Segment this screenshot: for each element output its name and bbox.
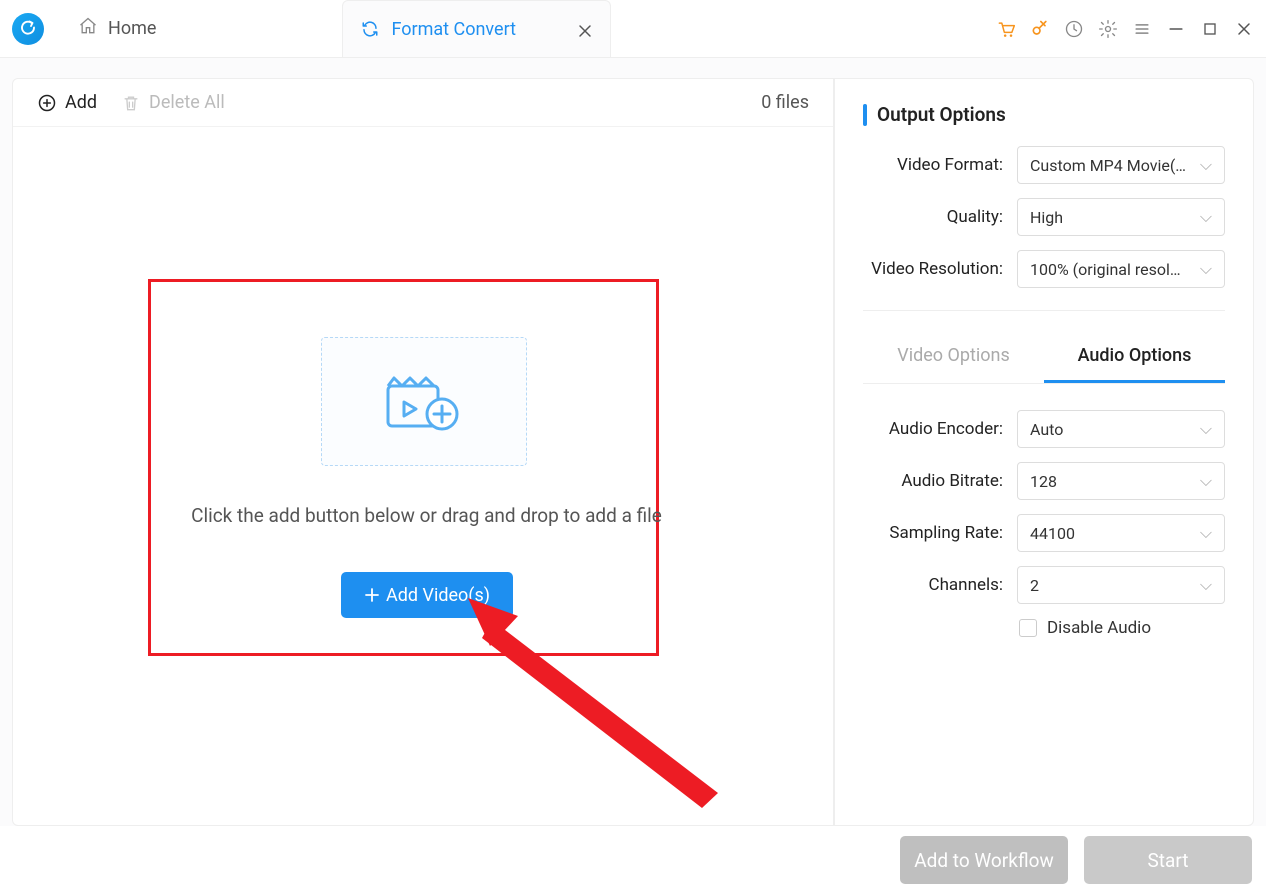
label-quality: Quality: bbox=[863, 207, 1003, 227]
start-button[interactable]: Start bbox=[1084, 836, 1252, 884]
minimize-icon[interactable] bbox=[1166, 19, 1186, 39]
titlebar-actions bbox=[996, 19, 1254, 39]
title-bar: Home Format Convert bbox=[0, 0, 1266, 58]
label-channels: Channels: bbox=[863, 575, 1003, 595]
trash-icon bbox=[121, 93, 141, 113]
select-audio-bitrate-value: 128 bbox=[1030, 472, 1057, 491]
label-audio-bitrate: Audio Bitrate: bbox=[863, 471, 1003, 491]
plus-icon bbox=[364, 587, 380, 603]
chevron-down-icon: ⌵ bbox=[1200, 155, 1212, 175]
chevron-down-icon: ⌵ bbox=[1200, 523, 1212, 543]
chevron-down-icon: ⌵ bbox=[1200, 471, 1212, 491]
select-resolution[interactable]: 100% (original resol… ⌵ bbox=[1017, 250, 1225, 288]
delete-all-label: Delete All bbox=[149, 92, 225, 113]
maximize-icon[interactable] bbox=[1200, 19, 1220, 39]
add-to-workflow-button[interactable]: Add to Workflow bbox=[900, 836, 1068, 884]
chevron-down-icon: ⌵ bbox=[1200, 575, 1212, 595]
add-video-label: Add Video(s) bbox=[386, 585, 490, 606]
select-audio-encoder-value: Auto bbox=[1030, 420, 1063, 439]
select-video-format[interactable]: Custom MP4 Movie(… ⌵ bbox=[1017, 146, 1225, 184]
chevron-down-icon: ⌵ bbox=[1200, 207, 1212, 227]
tab-audio-options[interactable]: Audio Options bbox=[1044, 335, 1225, 383]
label-resolution: Video Resolution: bbox=[863, 259, 1003, 279]
label-video-format: Video Format: bbox=[863, 155, 1003, 175]
tab-home[interactable]: Home bbox=[62, 10, 172, 47]
clock-icon[interactable] bbox=[1064, 19, 1084, 39]
add-video-button[interactable]: Add Video(s) bbox=[341, 572, 513, 618]
label-disable-audio: Disable Audio bbox=[1047, 618, 1151, 638]
files-count: 0 files bbox=[761, 92, 809, 113]
gear-icon[interactable] bbox=[1098, 19, 1118, 39]
drop-hint-text: Click the add button below or drag and d… bbox=[191, 504, 662, 527]
delete-all-button: Delete All bbox=[121, 92, 225, 113]
label-sampling-rate: Sampling Rate: bbox=[863, 523, 1003, 543]
home-icon bbox=[78, 16, 98, 41]
output-options-panel: Output Options Video Format: Custom MP4 … bbox=[834, 78, 1254, 826]
tab-format-convert[interactable]: Format Convert bbox=[342, 0, 611, 57]
select-channels[interactable]: 2 ⌵ bbox=[1017, 566, 1225, 604]
select-quality[interactable]: High ⌵ bbox=[1017, 198, 1225, 236]
add-label: Add bbox=[65, 92, 97, 113]
app-logo bbox=[12, 13, 44, 45]
select-channels-value: 2 bbox=[1030, 576, 1039, 595]
refresh-icon bbox=[361, 20, 379, 38]
menu-icon[interactable] bbox=[1132, 19, 1152, 39]
toolbar: Add Delete All 0 files bbox=[13, 79, 833, 127]
chevron-down-icon: ⌵ bbox=[1200, 419, 1212, 439]
option-subtabs: Video Options Audio Options bbox=[863, 335, 1225, 384]
tab-video-options[interactable]: Video Options bbox=[863, 335, 1044, 383]
checkbox-disable-audio[interactable] bbox=[1019, 619, 1037, 637]
select-sampling-rate-value: 44100 bbox=[1030, 524, 1075, 543]
plus-circle-icon bbox=[37, 93, 57, 113]
close-window-icon[interactable] bbox=[1234, 19, 1254, 39]
select-audio-bitrate[interactable]: 128 ⌵ bbox=[1017, 462, 1225, 500]
close-tab-icon[interactable] bbox=[578, 22, 592, 36]
bottom-actions: Add to Workflow Start bbox=[900, 836, 1252, 884]
key-icon[interactable] bbox=[1030, 19, 1050, 39]
select-sampling-rate[interactable]: 44100 ⌵ bbox=[1017, 514, 1225, 552]
output-options-title: Output Options bbox=[863, 103, 1225, 126]
annotation-highlight: Click the add button below or drag and d… bbox=[148, 279, 659, 656]
add-button[interactable]: Add bbox=[37, 92, 97, 113]
chevron-down-icon: ⌵ bbox=[1200, 259, 1212, 279]
select-video-format-value: Custom MP4 Movie(… bbox=[1030, 156, 1186, 175]
drop-target-icon bbox=[321, 337, 527, 466]
select-resolution-value: 100% (original resol… bbox=[1030, 260, 1181, 279]
select-audio-encoder[interactable]: Auto ⌵ bbox=[1017, 410, 1225, 448]
select-quality-value: High bbox=[1030, 208, 1063, 227]
tab-home-label: Home bbox=[108, 18, 156, 39]
drop-area[interactable]: Click the add button below or drag and d… bbox=[13, 127, 833, 825]
file-list-pane: Add Delete All 0 files bbox=[12, 78, 834, 826]
cart-icon[interactable] bbox=[996, 19, 1016, 39]
label-audio-encoder: Audio Encoder: bbox=[863, 419, 1003, 439]
tab-convert-label: Format Convert bbox=[391, 19, 516, 40]
